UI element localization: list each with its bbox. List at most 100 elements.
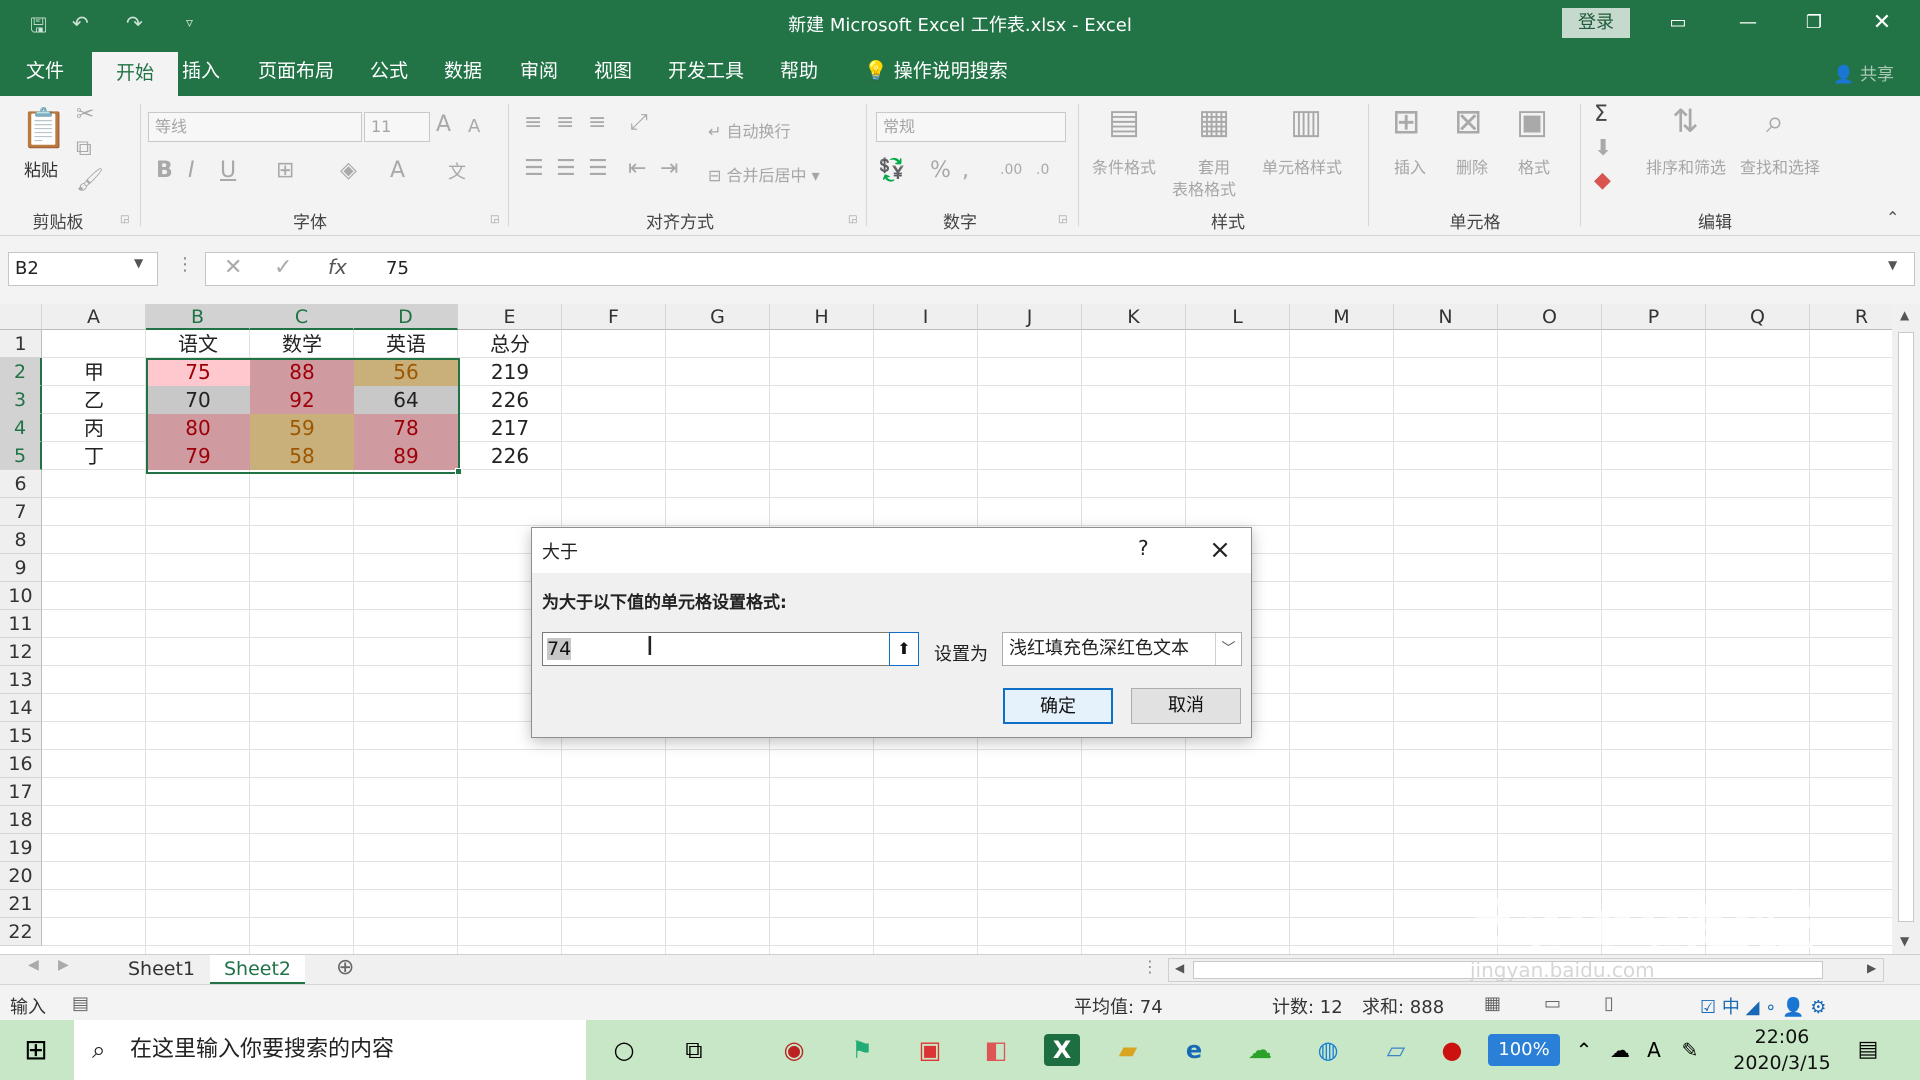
column-header-M[interactable]: M <box>1290 304 1394 330</box>
find-select-icon[interactable]: ⌕ <box>1766 102 1784 141</box>
scroll-down-icon[interactable]: ▼ <box>1900 934 1909 948</box>
cell-E3[interactable]: 226 <box>458 386 562 414</box>
add-sheet-icon[interactable]: ⊕ <box>336 955 354 980</box>
enter-icon[interactable]: ✓ <box>274 255 292 280</box>
tab-page-layout[interactable]: 页面布局 <box>246 46 346 96</box>
align-bottom-icon[interactable]: ≡ <box>588 110 606 135</box>
tab-split-icon[interactable]: ⋮ <box>1142 957 1158 976</box>
accounting-icon[interactable]: 💱 <box>878 158 905 183</box>
expand-formula-icon[interactable]: ▼ <box>1888 258 1897 272</box>
paste-label[interactable]: 粘贴 <box>24 156 58 181</box>
italic-icon[interactable]: I <box>188 158 195 183</box>
row-header-13[interactable]: 13 <box>0 666 42 694</box>
align-left-icon[interactable]: ☰ <box>524 156 544 181</box>
bold-icon[interactable]: B <box>156 158 173 183</box>
login-button[interactable]: 登录 <box>1562 8 1630 38</box>
column-header-O[interactable]: O <box>1498 304 1602 330</box>
fill-color-icon[interactable]: ◈ <box>340 158 357 183</box>
column-header-E[interactable]: E <box>458 304 562 330</box>
tab-help[interactable]: 帮助 <box>768 46 830 96</box>
ime-toolbar-icon[interactable]: ☑ 中 ◢ ∘ 👤 ⚙ <box>1700 993 1826 1019</box>
column-header-P[interactable]: P <box>1602 304 1706 330</box>
insert-function-icon[interactable]: fx <box>328 255 347 279</box>
cell-styles-icon[interactable]: ▥ <box>1290 102 1322 142</box>
row-header-7[interactable]: 7 <box>0 498 42 526</box>
sheet-tab-sheet1[interactable]: Sheet1 <box>114 955 209 985</box>
cell-E2[interactable]: 219 <box>458 358 562 386</box>
sort-filter-label[interactable]: 排序和筛选 <box>1646 154 1726 178</box>
pen-tray-icon[interactable]: ✎ <box>1672 1034 1708 1066</box>
flag-app-icon[interactable]: ⚑ <box>844 1034 880 1066</box>
cell-styles-label[interactable]: 单元格样式 <box>1262 154 1342 178</box>
vertical-scroll-thumb[interactable] <box>1898 332 1914 922</box>
restore-icon[interactable]: ❐ <box>1786 8 1842 38</box>
table-format-label-a[interactable]: 套用 <box>1198 154 1230 178</box>
align-middle-icon[interactable]: ≡ <box>556 110 574 135</box>
close-icon[interactable]: ✕ <box>1854 8 1910 38</box>
dialog-close-icon[interactable]: × <box>1200 532 1240 568</box>
align-center-icon[interactable]: ☰ <box>556 156 576 181</box>
fill-icon[interactable]: ⬇ <box>1594 136 1612 161</box>
tab-view[interactable]: 视图 <box>582 46 644 96</box>
column-header-K[interactable]: K <box>1082 304 1186 330</box>
row-header-8[interactable]: 8 <box>0 526 42 554</box>
row-header-16[interactable]: 16 <box>0 750 42 778</box>
next-sheet-icon[interactable]: ▶ <box>58 957 69 973</box>
column-header-L[interactable]: L <box>1186 304 1290 330</box>
column-header-C[interactable]: C <box>250 304 354 330</box>
alignment-launcher-icon[interactable]: ◲ <box>848 214 857 225</box>
prev-sheet-icon[interactable]: ◀ <box>28 957 39 973</box>
increase-font-icon[interactable]: A <box>436 112 451 137</box>
percent-icon[interactable]: % <box>930 158 951 183</box>
insert-cells-icon[interactable]: ⊞ <box>1392 102 1421 142</box>
paste-icon[interactable]: 📋 <box>20 106 67 151</box>
cell-D1[interactable]: 英语 <box>354 330 458 358</box>
row-header-17[interactable]: 17 <box>0 778 42 806</box>
zoom-badge[interactable]: 100% <box>1488 1034 1560 1066</box>
row-header-18[interactable]: 18 <box>0 806 42 834</box>
number-format-box[interactable]: 常规 <box>876 112 1066 142</box>
task-view-icon[interactable]: ⧉ <box>676 1034 712 1066</box>
find-select-label[interactable]: 查找和选择 <box>1740 154 1820 178</box>
vertical-scrollbar[interactable]: ▲ ▼ <box>1892 304 1920 954</box>
tab-file[interactable]: 文件 <box>14 46 76 96</box>
autosum-icon[interactable]: Σ <box>1594 102 1608 127</box>
row-header-5[interactable]: 5 <box>0 442 42 470</box>
row-header-6[interactable]: 6 <box>0 470 42 498</box>
taskbar-search[interactable]: ⌕ 在这里输入你要搜索的内容 <box>74 1020 586 1080</box>
column-header-H[interactable]: H <box>770 304 874 330</box>
font-launcher-icon[interactable]: ◲ <box>490 214 499 225</box>
copy-icon[interactable]: ⧉ <box>76 136 92 161</box>
clipboard-launcher-icon[interactable]: ◲ <box>120 214 129 225</box>
tab-formulas[interactable]: 公式 <box>358 46 420 96</box>
select-all-corner[interactable] <box>0 304 42 330</box>
row-header-14[interactable]: 14 <box>0 694 42 722</box>
number-launcher-icon[interactable]: ◲ <box>1058 214 1067 225</box>
row-header-10[interactable]: 10 <box>0 582 42 610</box>
tab-review[interactable]: 审阅 <box>508 46 570 96</box>
browser-icon[interactable]: ◍ <box>1310 1034 1346 1066</box>
row-header-3[interactable]: 3 <box>0 386 42 414</box>
cloud-icon[interactable]: ☁ <box>1602 1034 1638 1066</box>
format-cells-label[interactable]: 格式 <box>1518 154 1550 178</box>
formula-input[interactable]: ✕ ✓ fx 75 <box>205 252 1915 286</box>
font-tray-icon[interactable]: A <box>1636 1034 1672 1066</box>
column-header-F[interactable]: F <box>562 304 666 330</box>
row-header-20[interactable]: 20 <box>0 862 42 890</box>
tab-home[interactable]: 开始 <box>92 52 178 96</box>
row-header-12[interactable]: 12 <box>0 638 42 666</box>
ok-button[interactable]: 确定 <box>1003 688 1113 724</box>
row-header-15[interactable]: 15 <box>0 722 42 750</box>
align-right-icon[interactable]: ☰ <box>588 156 608 181</box>
delete-cells-icon[interactable]: ⊠ <box>1454 102 1483 142</box>
windows-start-icon[interactable]: ⊞ <box>18 1034 54 1066</box>
collapse-ribbon-icon[interactable]: ⌃ <box>1886 208 1899 227</box>
format-painter-icon[interactable]: 🖌 <box>76 168 104 193</box>
column-header-G[interactable]: G <box>666 304 770 330</box>
formula-options-icon[interactable]: ⋮ <box>176 254 194 275</box>
scroll-up-icon[interactable]: ▲ <box>1900 308 1909 322</box>
column-header-R[interactable]: R <box>1810 304 1892 330</box>
range-collapse-icon[interactable]: ⬆ <box>889 632 919 666</box>
delete-cells-label[interactable]: 删除 <box>1456 154 1488 178</box>
cell-E4[interactable]: 217 <box>458 414 562 442</box>
